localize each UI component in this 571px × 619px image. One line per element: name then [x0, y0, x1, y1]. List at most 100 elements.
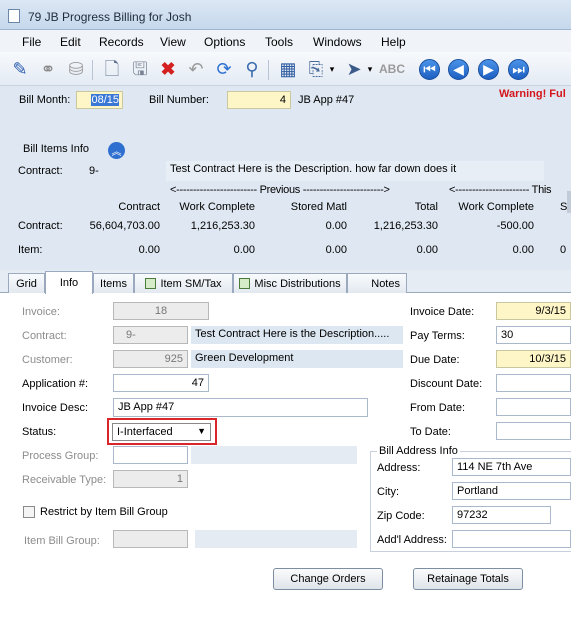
application-label: Application #: — [22, 378, 89, 390]
restrict-checkbox[interactable] — [23, 506, 35, 518]
invoice-date-input[interactable]: 9/3/15 — [496, 302, 571, 320]
city-input[interactable]: Portland — [452, 482, 571, 500]
retainage-totals-button[interactable]: Retainage Totals — [413, 568, 523, 590]
addl-address-input[interactable] — [452, 530, 571, 548]
contract-field[interactable]: 9- — [113, 326, 188, 344]
grid-tab-icon — [239, 278, 251, 289]
attach-icon[interactable]: ⎘ — [304, 57, 328, 81]
col-header-work-complete: Work Complete — [179, 201, 255, 213]
menu-edit[interactable]: Edit — [60, 35, 81, 49]
tab-notes[interactable]: Notes — [347, 273, 407, 293]
process-group-description — [191, 446, 357, 464]
restrict-label: Restrict by Item Bill Group — [40, 506, 168, 518]
item-bill-group-description — [195, 530, 357, 548]
find-icon[interactable]: ⚲ — [240, 57, 264, 81]
from-date-input[interactable] — [496, 398, 571, 416]
item-this-work-complete: 0.00 — [512, 244, 534, 256]
tab-misc-distributions[interactable]: Misc Distributions — [233, 273, 347, 293]
calculator-icon[interactable]: ▦ — [276, 57, 300, 81]
edit-icon[interactable]: ✎ — [8, 57, 32, 81]
process-group-input[interactable] — [113, 446, 188, 464]
contract-prev-stored-matl: 0.00 — [325, 220, 347, 232]
tab-info[interactable]: Info — [45, 271, 93, 294]
binoculars-icon[interactable]: ⚭ — [36, 57, 60, 81]
menu-tools[interactable]: Tools — [265, 35, 293, 49]
menu-view[interactable]: View — [160, 35, 186, 49]
discount-date-input[interactable] — [496, 374, 571, 392]
contract-this-work-complete: -500.00 — [496, 220, 534, 232]
menu-help[interactable]: Help — [381, 35, 406, 49]
pay-terms-input[interactable]: 30 — [496, 326, 571, 344]
status-select[interactable]: I-Interfaced ▼ — [112, 423, 211, 441]
application-input[interactable]: 47 — [113, 374, 209, 392]
col-header-contract: Contract — [118, 201, 160, 213]
zip-code-input[interactable]: 97232 — [452, 506, 551, 524]
menu-options[interactable]: Options — [204, 35, 245, 49]
due-date-label: Due Date: — [410, 354, 460, 366]
next-record-icon[interactable]: ▶ — [478, 59, 499, 80]
item-this-stored: 0 — [560, 244, 567, 256]
address-label: Address: — [377, 462, 421, 474]
contract-description: Test Contract Here is the Description...… — [191, 326, 403, 344]
toolbar-separator — [92, 60, 93, 80]
bill-month-input[interactable]: 08/15 — [76, 91, 123, 109]
item-bill-group-label: Item Bill Group: — [24, 535, 100, 547]
warning-text: Warning! Ful — [499, 88, 566, 100]
city-label: City: — [377, 486, 399, 498]
refresh-icon[interactable]: ⟳ — [212, 57, 236, 81]
to-date-input[interactable] — [496, 422, 571, 440]
first-record-icon[interactable]: ⏮ — [419, 59, 440, 80]
grid-tab-icon — [145, 278, 157, 289]
invoice-date-label: Invoice Date: — [410, 306, 475, 318]
tab-grid[interactable]: Grid — [8, 273, 45, 293]
dropdown-arrow-icon[interactable]: ▾ — [364, 57, 376, 81]
window-title: 79 JB Progress Billing for Josh — [28, 10, 192, 24]
bill-items-section-label: Bill Items Info — [23, 143, 90, 155]
change-orders-button[interactable]: Change Orders — [273, 568, 383, 590]
discount-date-label: Discount Date: — [410, 378, 483, 390]
contract-prev-work-complete: 1,216,253.30 — [190, 220, 255, 232]
invoice-desc-input[interactable]: JB App #47 — [113, 398, 368, 417]
receivable-type-field[interactable]: 1 — [113, 470, 188, 488]
title-bar: 79 JB Progress Billing for Josh — [0, 0, 571, 30]
customer-field[interactable]: 925 — [113, 350, 188, 368]
dropdown-arrow-icon[interactable]: ▾ — [326, 57, 338, 81]
zip-code-label: Zip Code: — [377, 510, 425, 522]
previous-banner: <------------------------ Previous -----… — [170, 184, 390, 196]
bill-number-input[interactable]: 4 — [227, 91, 291, 109]
prev-record-icon[interactable]: ◀ — [448, 59, 469, 80]
reports-icon[interactable]: ➤ — [342, 57, 366, 81]
last-record-icon[interactable]: ⏭ — [508, 59, 529, 80]
menu-windows[interactable]: Windows — [313, 35, 362, 49]
tab-item-sm-tax[interactable]: Item SM/Tax — [134, 273, 233, 293]
customer-label: Customer: — [22, 354, 73, 366]
col-header-this-work-complete: Work Complete — [458, 201, 534, 213]
item-prev-work-complete: 0.00 — [233, 244, 255, 256]
address-input[interactable]: 114 NE 7th Ave — [452, 458, 571, 476]
customer-name: Green Development — [191, 350, 403, 368]
status-label: Status: — [22, 426, 57, 438]
bill-month-label: Bill Month: — [19, 94, 71, 106]
invoice-field[interactable]: 18 — [113, 302, 209, 320]
delete-icon[interactable]: ✖ — [156, 57, 180, 81]
undo-icon[interactable]: ↶ — [184, 57, 208, 81]
new-document-icon[interactable]: 🗋 — [100, 57, 124, 81]
menu-records[interactable]: Records — [99, 35, 144, 49]
addl-address-label: Add'l Address: — [377, 534, 447, 546]
col-header-total: Total — [414, 201, 438, 213]
item-amount: 0.00 — [138, 244, 160, 256]
item-bill-group-field[interactable] — [113, 530, 188, 548]
process-group-label: Process Group: — [22, 450, 99, 462]
menu-file[interactable]: File — [22, 35, 41, 49]
database-icon[interactable]: ⛁ — [64, 57, 88, 81]
row-label-item: Item: — [18, 244, 43, 256]
save-icon[interactable]: 🖫 — [128, 57, 152, 81]
spellcheck-icon[interactable]: ABC — [379, 57, 405, 81]
due-date-input[interactable]: 10/3/15 — [496, 350, 571, 368]
header-scrollbar[interactable] — [567, 191, 571, 213]
collapse-icon[interactable]: ︽ — [108, 142, 125, 159]
col-header-stored-matl: Stored Matl — [290, 201, 347, 213]
bill-number-label: Bill Number: — [149, 94, 209, 106]
app-icon — [8, 9, 20, 23]
tab-items[interactable]: Items — [93, 273, 134, 293]
